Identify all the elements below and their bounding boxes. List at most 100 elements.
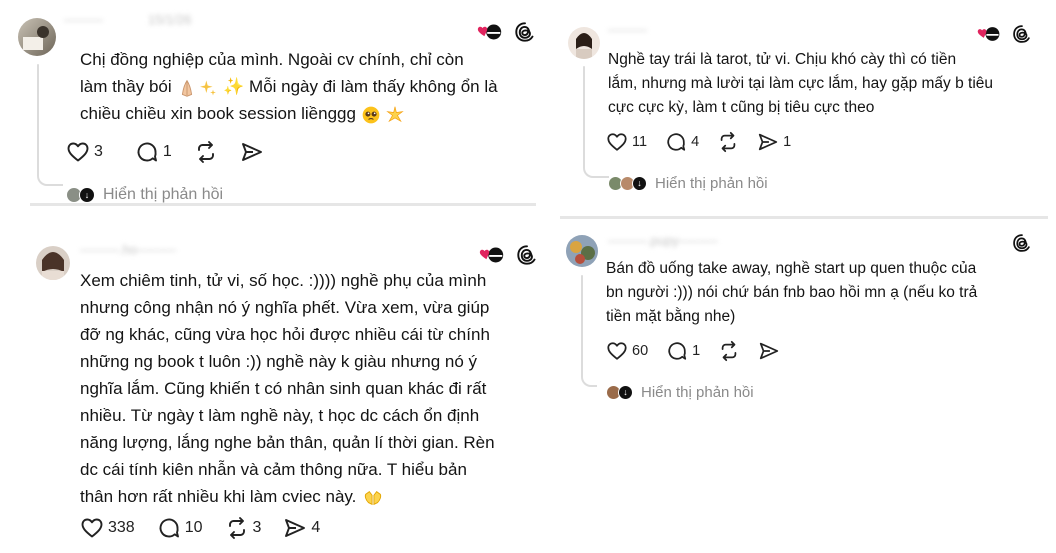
thread-curve bbox=[37, 170, 63, 186]
pleading-face-icon bbox=[361, 105, 381, 125]
post-card-2: ——— Nghề tay trái là tarot, tử vi. Chịu … bbox=[560, 0, 1056, 216]
avatar[interactable] bbox=[568, 27, 600, 59]
comment-icon bbox=[666, 340, 688, 362]
avatar[interactable] bbox=[18, 18, 56, 56]
post-line: cực cực kỳ, làm t cũng bị tiêu cực theo bbox=[608, 99, 875, 116]
replies-label: Hiển thị phản hồi bbox=[641, 384, 754, 401]
post-line: bn người :))) nói chứ bán fnb bao hồi mn… bbox=[606, 284, 978, 301]
comment-button[interactable]: 1 bbox=[666, 340, 700, 362]
comment-count: 10 bbox=[184, 519, 203, 536]
comment-count: 1 bbox=[162, 143, 172, 160]
username[interactable]: ———.pupy——— bbox=[608, 233, 718, 248]
down-arrow-icon: ↓ bbox=[632, 176, 647, 191]
comment-icon bbox=[665, 131, 687, 153]
repost-button[interactable]: 3 bbox=[225, 516, 262, 540]
repost-button[interactable] bbox=[718, 340, 740, 362]
share-button[interactable]: 1 bbox=[757, 131, 791, 153]
share-icon bbox=[758, 340, 780, 362]
like-button[interactable]: 338 bbox=[80, 516, 135, 540]
repost-count: 3 bbox=[252, 519, 262, 536]
show-replies-link[interactable]: ↓ Hiển thị phản hồi bbox=[608, 175, 768, 192]
post-actions: 11 4 1 bbox=[606, 131, 809, 153]
like-count: 338 bbox=[108, 519, 135, 536]
post-actions: 60 1 bbox=[606, 340, 798, 362]
avatar[interactable] bbox=[566, 235, 598, 267]
repost-icon bbox=[717, 131, 739, 153]
threads-icon[interactable] bbox=[514, 21, 536, 43]
post-body: Bán đồ uống take away, nghề start up que… bbox=[606, 257, 1046, 329]
post-line: nghĩa lắm. Cũng khiến t có nhân sinh qua… bbox=[80, 379, 487, 398]
post-line: Xem chiêm tinh, tử vi, số học. :)))) ngh… bbox=[80, 271, 487, 290]
post-card-1: ——— 15/1/26 Chị đồng nghiệp của mình. Ng… bbox=[0, 0, 540, 203]
post-card-4: ———.pupy——— Bán đồ uống take away, nghề … bbox=[560, 219, 1056, 429]
thread-curve bbox=[583, 162, 609, 178]
folded-hands-icon bbox=[176, 77, 198, 99]
post-line: đỡ ng khác, cũng vừa học hỏi được nhiều … bbox=[80, 325, 490, 344]
comment-count: 4 bbox=[691, 134, 700, 150]
thread-curve bbox=[581, 371, 597, 387]
show-replies-link[interactable]: ↓ Hiển thị phản hồi bbox=[606, 384, 754, 401]
thread-line bbox=[37, 64, 39, 172]
post-line: nhưng công nhận nó ý nghĩa phết. Vừa xem… bbox=[80, 298, 490, 317]
thread-line bbox=[583, 66, 585, 166]
share-icon bbox=[240, 140, 264, 164]
like-count: 60 bbox=[632, 343, 649, 359]
comment-icon bbox=[135, 140, 159, 164]
post-body: Nghề tay trái là tarot, tử vi. Chịu khó … bbox=[608, 48, 1048, 120]
post-line: lắm, nhưng mà lười tại làm cực lắm, hay … bbox=[608, 75, 994, 92]
like-button[interactable]: 3 bbox=[66, 140, 103, 164]
username[interactable]: ——— bbox=[64, 12, 103, 27]
share-button[interactable] bbox=[758, 340, 780, 362]
post-line: Nghề tay trái là tarot, tử vi. Chịu khó … bbox=[608, 51, 957, 68]
thread-line bbox=[581, 275, 583, 375]
threads-icon[interactable] bbox=[1012, 233, 1032, 253]
heart-icon bbox=[80, 516, 104, 540]
share-button[interactable] bbox=[240, 140, 264, 164]
open-hands-icon bbox=[361, 487, 385, 509]
like-count: 3 bbox=[94, 143, 103, 160]
reply-avatars: ↓ bbox=[606, 385, 633, 400]
threads-icon[interactable] bbox=[1012, 24, 1032, 44]
reply-avatars: ↓ bbox=[66, 187, 95, 203]
header-icons bbox=[476, 21, 536, 43]
comment-icon bbox=[157, 516, 181, 540]
comment-button[interactable]: 4 bbox=[665, 131, 699, 153]
glowing-star-icon bbox=[385, 105, 405, 125]
share-icon bbox=[283, 516, 307, 540]
replies-label: Hiển thị phản hồi bbox=[103, 186, 224, 203]
repost-icon bbox=[718, 340, 740, 362]
heart-icon bbox=[606, 131, 628, 153]
down-arrow-icon: ↓ bbox=[618, 385, 633, 400]
post-actions: 338 10 3 4 bbox=[80, 516, 342, 540]
like-button[interactable]: 60 bbox=[606, 340, 648, 362]
threads-icon[interactable] bbox=[516, 244, 538, 266]
post-line: nhiều. Từ ngày t làm nghề này, t học dc … bbox=[80, 406, 480, 425]
share-icon bbox=[757, 131, 779, 153]
share-count: 4 bbox=[311, 519, 321, 536]
post-actions: 3 1 bbox=[66, 140, 286, 164]
username[interactable]: ———.ho——— bbox=[80, 242, 176, 257]
repost-button[interactable] bbox=[194, 140, 218, 164]
post-line: chiều chiều xin book session liềnggg bbox=[80, 100, 535, 127]
avatar[interactable] bbox=[36, 246, 70, 280]
reply-avatars: ↓ bbox=[608, 176, 647, 191]
username[interactable]: ——— bbox=[608, 22, 647, 37]
post-card-3: ———.ho——— Xem chiêm tinh, tử vi, số học.… bbox=[0, 230, 540, 553]
post-body: Xem chiêm tinh, tử vi, số học. :)))) ngh… bbox=[80, 267, 535, 510]
post-line: Chị đồng nghiệp của mình. Ngoài cv chính… bbox=[80, 50, 464, 69]
post-line: Bán đồ uống take away, nghề start up que… bbox=[606, 260, 977, 277]
post-line: năng lượng, lắng nghe bản thân, quản lí … bbox=[80, 433, 495, 452]
comment-button[interactable]: 1 bbox=[135, 140, 172, 164]
repost-icon bbox=[225, 516, 249, 540]
repost-button[interactable] bbox=[717, 131, 739, 153]
header-icons bbox=[1012, 233, 1032, 253]
reaction-badge-icon bbox=[976, 25, 1002, 43]
comment-button[interactable]: 10 bbox=[157, 516, 203, 540]
show-replies-link[interactable]: ↓ Hiển thị phản hồi bbox=[66, 186, 223, 204]
reaction-badge-icon bbox=[478, 245, 506, 265]
header-icons bbox=[478, 244, 538, 266]
like-button[interactable]: 11 bbox=[606, 131, 647, 153]
share-button[interactable]: 4 bbox=[283, 516, 320, 540]
sparkles-icon bbox=[198, 78, 218, 98]
like-count: 11 bbox=[632, 134, 648, 150]
